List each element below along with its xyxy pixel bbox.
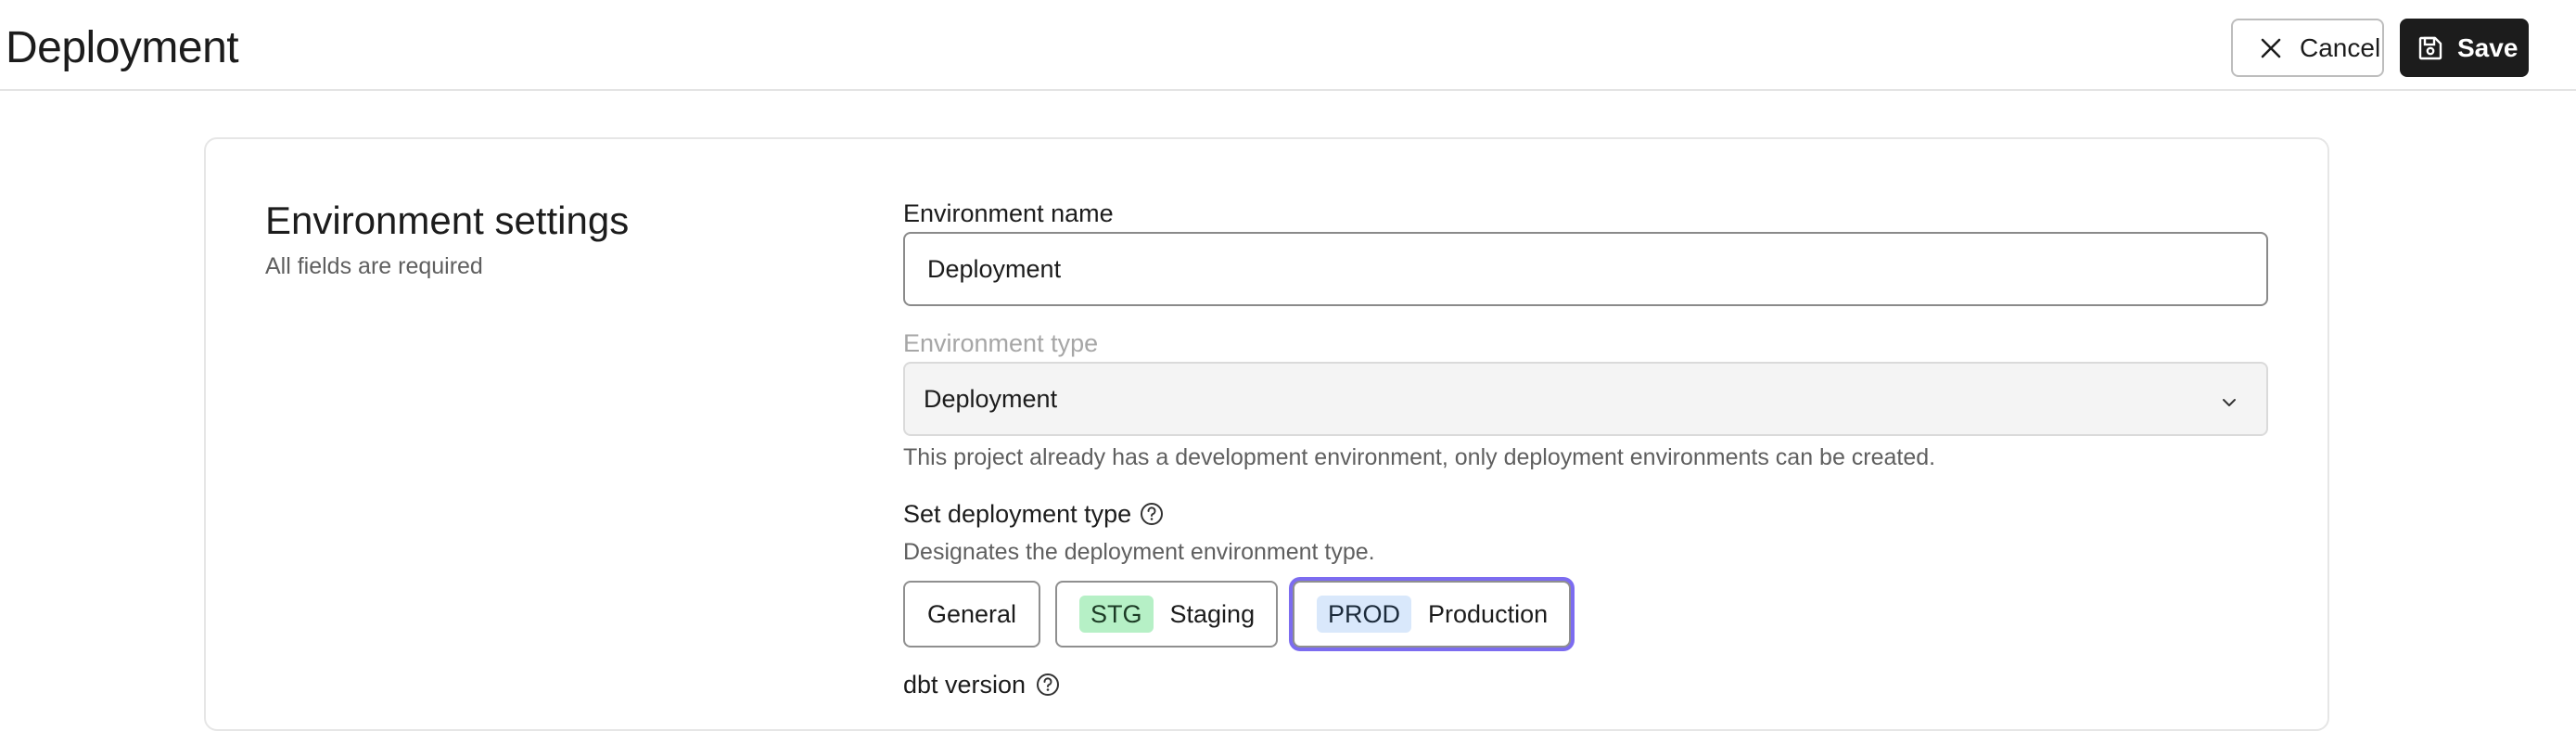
page-title: Deployment [6,23,239,72]
deployment-type-option-staging[interactable]: STG Staging [1055,581,1278,648]
dbt-version-label: dbt version [903,671,1027,699]
chevron-down-icon [2220,390,2238,408]
dbt-version-label-row: dbt version [903,668,1061,701]
deployment-type-label-row: Set deployment type [903,497,1165,531]
cancel-button[interactable]: Cancel [2231,19,2384,77]
environment-type-select[interactable]: Deployment [903,362,2268,436]
deployment-type-option-general[interactable]: General [903,581,1040,648]
help-circle-icon[interactable] [1139,501,1165,527]
cancel-button-label: Cancel [2300,32,2381,62]
environment-type-value: Deployment [924,384,1058,413]
environment-name-label: Environment name [903,199,1114,227]
close-icon [2257,34,2285,62]
environment-name-input[interactable] [903,232,2268,306]
page-header: Deployment Cancel Save [0,0,2576,91]
deployment-type-helper: Designates the deployment environment ty… [903,539,1375,565]
section-title: Environment settings [265,199,630,242]
save-icon [2417,34,2444,62]
environment-type-label: Environment type [903,329,1099,357]
option-label: Production [1428,599,1549,628]
save-button-label: Save [2457,32,2519,62]
section-subtitle: All fields are required [265,253,483,279]
stg-badge: STG [1079,596,1154,633]
deployment-type-option-production[interactable]: PROD Production [1293,581,1571,648]
environment-type-helper: This project already has a development e… [903,444,1936,470]
option-label: Staging [1169,599,1256,628]
option-label: General [927,599,1017,628]
deployment-type-label: Set deployment type [903,500,1132,528]
save-button[interactable]: Save [2400,19,2529,77]
prod-badge: PROD [1317,596,1412,633]
